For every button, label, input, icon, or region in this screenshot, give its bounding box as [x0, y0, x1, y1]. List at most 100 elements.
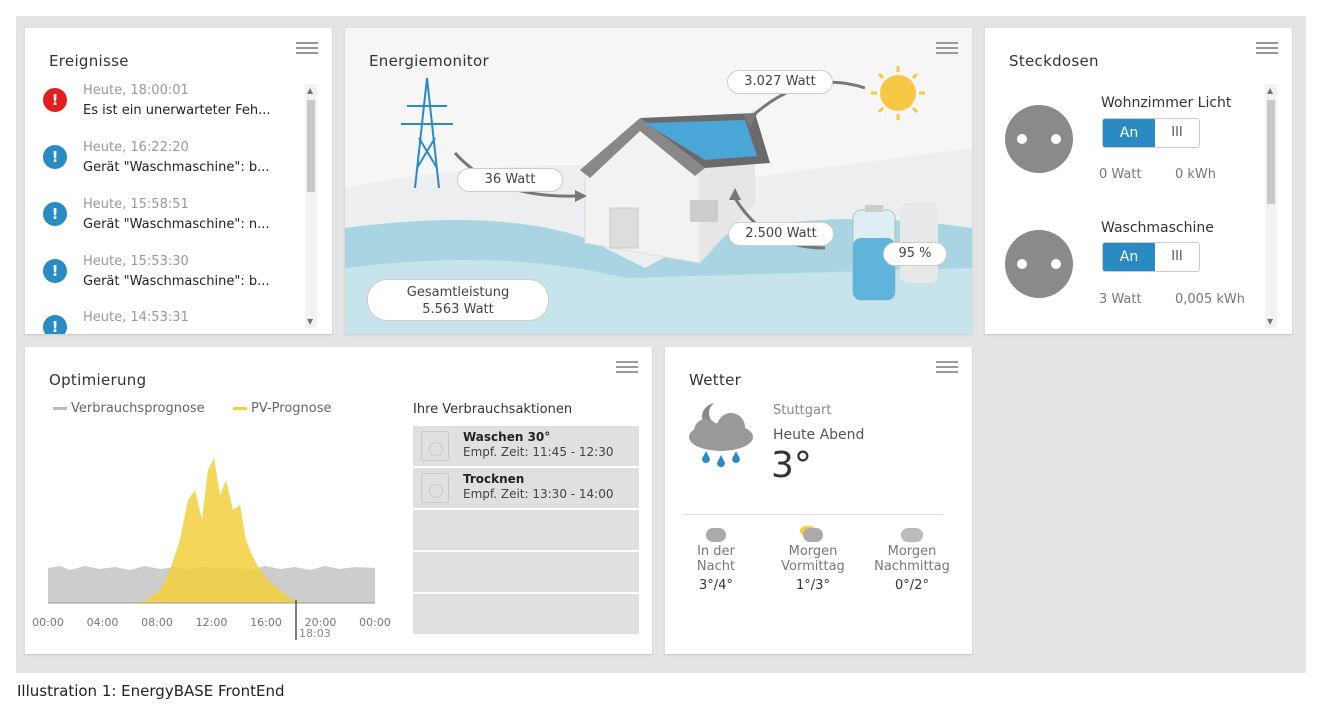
battery-watt-pill: 2.500 Watt [728, 222, 834, 246]
socket-icon [1005, 230, 1073, 298]
action-title: Trocknen [463, 472, 525, 486]
forecast-label: In der [697, 544, 735, 559]
sockets-title: Steckdosen [1009, 52, 1099, 70]
energy-monitor-card: Energiemonitor 3.027 Watt 36 Watt 2.500 … [345, 28, 972, 334]
socket-energy: 0,005 kWh [1175, 292, 1245, 307]
x-tick-label: 00:00 [32, 616, 64, 629]
event-item[interactable]: ! Heute, 15:58:51 Gerät "Waschmaschine":… [39, 197, 299, 249]
now-label: 18:03 [299, 627, 331, 640]
info-icon: ! [43, 259, 67, 283]
socket-power: 3 Watt [1099, 292, 1142, 307]
action-item[interactable]: Waschen 30° Empf. Zeit: 11:45 - 12:30 [413, 426, 639, 466]
socket-toggle[interactable]: An III [1102, 242, 1200, 272]
events-scrollbar[interactable]: ▲ ▼ [305, 84, 317, 328]
error-icon: ! [43, 88, 67, 112]
forecast-temp: 1°/3° [796, 578, 830, 593]
washing-machine-icon [421, 431, 449, 461]
action-empty-slot [413, 510, 639, 550]
forecast-item[interactable]: Morgen Vormittag 1°/3° [768, 528, 858, 593]
weather-card: Wetter Stuttgart Heute Abend 3° [665, 347, 972, 654]
battery-pct-pill: 95 % [883, 242, 947, 266]
event-time: Heute, 14:53:31 [83, 310, 189, 325]
energy-title: Energiemonitor [369, 52, 489, 70]
optimization-menu-icon[interactable] [616, 361, 638, 373]
x-tick-label: 08:00 [141, 616, 173, 629]
sockets-scrollbar[interactable]: ▲ ▼ [1265, 84, 1277, 328]
scrollbar-thumb[interactable] [307, 100, 315, 192]
events-menu-icon[interactable] [296, 42, 318, 54]
cloud-icon [901, 528, 923, 542]
forecast-label: Nachmittag [874, 559, 950, 574]
energy-menu-icon[interactable] [936, 42, 958, 54]
caption: Illustration 1: EnergyBASE FrontEnd [17, 682, 285, 700]
weather-divider [683, 514, 943, 515]
socket-toggle[interactable]: An III [1102, 118, 1200, 148]
legend-swatch [53, 407, 67, 410]
event-text: Gerät "Waschmaschine": b... [83, 160, 270, 175]
info-icon: ! [43, 202, 67, 226]
event-item[interactable]: ! Heute, 15:53:30 Gerät "Waschmaschine":… [39, 254, 299, 306]
scroll-up-icon[interactable]: ▲ [1267, 86, 1273, 95]
legend-swatch [233, 407, 247, 410]
event-text: Gerät "Waschmaschine": b... [83, 274, 270, 289]
actions-title: Ihre Verbrauchsaktionen [413, 402, 573, 417]
event-time: Heute, 18:00:01 [83, 83, 189, 98]
forecast-item[interactable]: Morgen Nachmittag 0°/2° [867, 528, 957, 593]
info-icon: ! [43, 315, 67, 334]
legend-label: PV-Prognose [251, 401, 332, 416]
toggle-off-label[interactable]: III [1155, 119, 1199, 147]
toggle-on-label[interactable]: An [1103, 243, 1155, 271]
forecast-label: Morgen [887, 544, 937, 559]
solar-watt-pill: 3.027 Watt [727, 70, 833, 94]
toggle-off-label[interactable]: III [1155, 243, 1199, 271]
forecast-label: Nacht [696, 559, 736, 574]
scrollbar-thumb[interactable] [1267, 100, 1275, 204]
action-time: Empf. Zeit: 13:30 - 14:00 [463, 487, 614, 501]
events-card: Ereignisse ! Heute, 18:00:01 Es ist ein … [25, 28, 332, 334]
event-item[interactable]: ! Heute, 16:22:20 Gerät "Waschmaschine":… [39, 140, 299, 192]
sun-rain-icon [803, 528, 823, 542]
socket-name: Wohnzimmer Licht [1101, 95, 1232, 111]
event-time: Heute, 15:58:51 [83, 197, 189, 212]
legend-pv: PV-Prognose [233, 401, 332, 416]
forecast-temp: 0°/2° [895, 578, 929, 593]
scroll-down-icon[interactable]: ▼ [307, 317, 313, 326]
socket-icon [1005, 105, 1073, 173]
x-tick-label: 16:00 [250, 616, 282, 629]
event-time: Heute, 15:53:30 [83, 254, 189, 269]
legend-label: Verbrauchsprognose [71, 401, 205, 416]
weather-period: Heute Abend [773, 427, 865, 443]
forecast-label: Morgen [788, 544, 838, 559]
event-text: Es ist ein unerwarteter Feh... [83, 103, 271, 118]
action-title: Waschen 30° [463, 430, 551, 444]
toggle-on-label[interactable]: An [1103, 119, 1155, 147]
total-value: 5.563 Watt [422, 302, 494, 317]
x-tick-label: 00:00 [359, 616, 391, 629]
forecast-temp: 3°/4° [699, 578, 733, 593]
total-label: Gesamtleistung [406, 285, 510, 300]
event-time: Heute, 16:22:20 [83, 140, 189, 155]
action-item[interactable]: Trocknen Empf. Zeit: 13:30 - 14:00 [413, 468, 639, 508]
forecast-item[interactable]: In der Nacht 3°/4° [671, 528, 761, 593]
night-rain-icon [706, 528, 726, 542]
power-tower-icon [401, 77, 453, 189]
events-title: Ereignisse [49, 52, 129, 70]
sockets-menu-icon[interactable] [1256, 42, 1278, 54]
weather-menu-icon[interactable] [936, 361, 958, 373]
scroll-up-icon[interactable]: ▲ [307, 86, 313, 95]
socket-power: 0 Watt [1099, 167, 1142, 182]
optimization-title: Optimierung [49, 371, 147, 389]
scroll-down-icon[interactable]: ▼ [1267, 317, 1273, 326]
x-tick-label: 04:00 [86, 616, 119, 629]
event-item[interactable]: ! Heute, 14:53:31 [39, 310, 299, 334]
event-item[interactable]: ! Heute, 18:00:01 Es ist ein unerwartete… [39, 83, 299, 135]
dryer-icon [421, 473, 449, 503]
action-time: Empf. Zeit: 11:45 - 12:30 [463, 445, 614, 459]
weather-city: Stuttgart [773, 403, 832, 418]
socket-energy: 0 kWh [1175, 167, 1217, 182]
grid-watt-pill: 36 Watt [457, 168, 563, 192]
sun-icon [871, 66, 925, 120]
legend-consumption: Verbrauchsprognose [53, 401, 205, 416]
action-empty-slot [413, 552, 639, 592]
total-power-pill: Gesamtleistung 5.563 Watt [367, 279, 549, 321]
